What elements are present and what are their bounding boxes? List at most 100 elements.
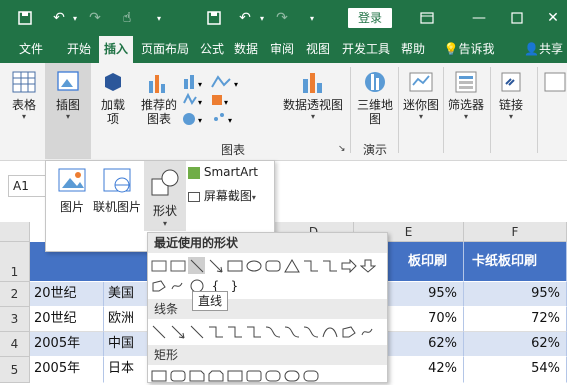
screenshot-button[interactable]: 屏幕截图▾ [188, 187, 272, 205]
cell-a3[interactable]: 20世纪 [30, 307, 104, 332]
cell-a4[interactable]: 2005年 [30, 332, 104, 357]
save-icon[interactable] [16, 9, 34, 27]
login-button[interactable]: 登录 [348, 8, 392, 28]
scribble-shape-icon[interactable] [169, 277, 186, 294]
undo-dropdown-icon[interactable]: ▾ [66, 9, 84, 27]
cell-e1[interactable]: 板印刷 [408, 242, 464, 282]
tab-formulas[interactable]: 公式 [196, 36, 228, 63]
scribble-icon[interactable] [359, 323, 376, 340]
shapes-button[interactable]: 形状 ▾ [144, 161, 186, 231]
tab-page-layout[interactable]: 页面布局 [136, 36, 194, 63]
double-arrow-icon[interactable] [188, 323, 205, 340]
right-arrow-shape-icon[interactable] [340, 257, 357, 274]
maximize-icon[interactable] [508, 9, 526, 27]
cell-f2[interactable]: 95% [464, 282, 567, 307]
customize-icon[interactable]: ▾ [303, 9, 321, 27]
arrow-line-shape-icon[interactable] [207, 257, 224, 274]
cell-e3[interactable]: 70% [388, 307, 464, 332]
textbox-shape-icon[interactable] [150, 257, 167, 274]
dialog-launcher-icon[interactable]: ↘ [338, 144, 346, 154]
triangle-shape-icon[interactable] [283, 257, 300, 274]
tell-me-search[interactable]: 💡告诉我 [438, 36, 500, 63]
tab-file[interactable]: 文件 [12, 36, 50, 63]
undo-icon-2[interactable]: ↶ [236, 9, 254, 27]
tab-home[interactable]: 开始 [60, 36, 98, 63]
round-diag-rect-icon[interactable] [302, 367, 319, 384]
undo-dropdown-icon-2[interactable]: ▾ [253, 9, 271, 27]
cell-a5[interactable]: 2005年 [30, 357, 104, 383]
cell-f1[interactable]: 卡纸板印刷 [464, 242, 567, 282]
cell-e5[interactable]: 42% [388, 357, 464, 383]
recommended-charts-button[interactable]: 推荐的 图表 [140, 69, 178, 126]
tab-view[interactable]: 视图 [302, 36, 334, 63]
column-header[interactable]: F [464, 222, 567, 242]
freeform-shape-icon[interactable] [150, 277, 167, 294]
cell-f4[interactable]: 62% [464, 332, 567, 357]
share-button[interactable]: 👤共享 [520, 36, 567, 63]
3d-map-button[interactable]: 三维地 图 [355, 69, 395, 126]
cell-e2[interactable]: 95% [388, 282, 464, 307]
save-icon-2[interactable] [205, 9, 223, 27]
tab-developer[interactable]: 开发工具 [337, 36, 395, 63]
tab-insert[interactable]: 插入 [99, 36, 133, 63]
elbow-double-arrow-icon[interactable] [245, 323, 262, 340]
down-arrow-shape-icon[interactable] [359, 257, 376, 274]
snip-two-rect-icon[interactable] [207, 367, 224, 384]
round-one-rect-icon[interactable] [264, 367, 281, 384]
vertical-textbox-shape-icon[interactable] [169, 257, 186, 274]
curve-icon[interactable] [321, 323, 338, 340]
line-shape-icon[interactable] [188, 257, 205, 274]
text-button[interactable] [540, 69, 566, 95]
redo-icon-2[interactable]: ↷ [273, 9, 291, 27]
elbow-connector-shape-icon[interactable] [302, 257, 319, 274]
snip-round-rect-icon[interactable] [245, 367, 262, 384]
arrow-icon[interactable] [169, 323, 186, 340]
redo-icon[interactable]: ↷ [86, 9, 104, 27]
quick-access-dropdown-icon[interactable]: ▾ [150, 9, 168, 27]
rounded-rect-icon[interactable] [169, 367, 186, 384]
oval-shape-icon[interactable] [245, 257, 262, 274]
curved-arrow-icon[interactable] [283, 323, 300, 340]
row-header[interactable]: 1 [0, 242, 30, 282]
pivot-chart-button[interactable]: 数据透视图 ▾ [281, 69, 345, 121]
row-header[interactable]: 3 [0, 307, 30, 332]
table-button[interactable]: 表格 ▾ [8, 69, 40, 121]
picture-button[interactable]: 图片 [52, 167, 92, 217]
line-icon[interactable] [150, 323, 167, 340]
curved-double-arrow-icon[interactable] [302, 323, 319, 340]
row-header[interactable]: 5 [0, 357, 30, 383]
elbow-arrow-shape-icon[interactable] [321, 257, 338, 274]
select-all-corner[interactable] [0, 222, 30, 242]
sparklines-button[interactable]: 迷你图 ▾ [402, 69, 440, 121]
close-icon[interactable]: ✕ [544, 9, 562, 27]
right-brace-shape-icon[interactable]: } [226, 277, 243, 294]
round-two-rect-icon[interactable] [283, 367, 300, 384]
online-picture-button[interactable]: 联机图片 [92, 167, 142, 217]
curved-connector-icon[interactable] [264, 323, 281, 340]
freeform-icon[interactable] [340, 323, 357, 340]
illustrations-button[interactable]: 插图 ▾ [45, 63, 91, 159]
tab-data[interactable]: 数据 [230, 36, 262, 63]
rect-icon[interactable] [150, 367, 167, 384]
tab-review[interactable]: 审阅 [266, 36, 298, 63]
filters-button[interactable]: 筛选器 ▾ [445, 69, 487, 121]
row-header[interactable]: 4 [0, 332, 30, 357]
elbow-arrow-icon[interactable] [226, 323, 243, 340]
tab-help[interactable]: 帮助 [397, 36, 429, 63]
cell-a2[interactable]: 20世纪 [30, 282, 104, 307]
rounded-rect-shape-icon[interactable] [264, 257, 281, 274]
row-header[interactable]: 2 [0, 282, 30, 307]
minimize-icon[interactable]: — [470, 9, 488, 27]
ribbon-options-icon[interactable] [418, 9, 436, 27]
snip-diag-rect-icon[interactable] [226, 367, 243, 384]
cell-e4[interactable]: 62% [388, 332, 464, 357]
cell-f5[interactable]: 54% [464, 357, 567, 383]
rectangle-shape-icon[interactable] [226, 257, 243, 274]
link-button[interactable]: 链接 ▾ [494, 69, 528, 121]
elbow-connector-icon[interactable] [207, 323, 224, 340]
smartart-button[interactable]: SmartArt [188, 165, 272, 183]
addins-button[interactable]: 加载 项 [96, 69, 130, 126]
snip-rect-icon[interactable] [188, 367, 205, 384]
chart-type-gallery[interactable]: ▾ ▾ ▾ ▾ ▾ ▾ [180, 71, 270, 131]
cell-f3[interactable]: 72% [464, 307, 567, 332]
